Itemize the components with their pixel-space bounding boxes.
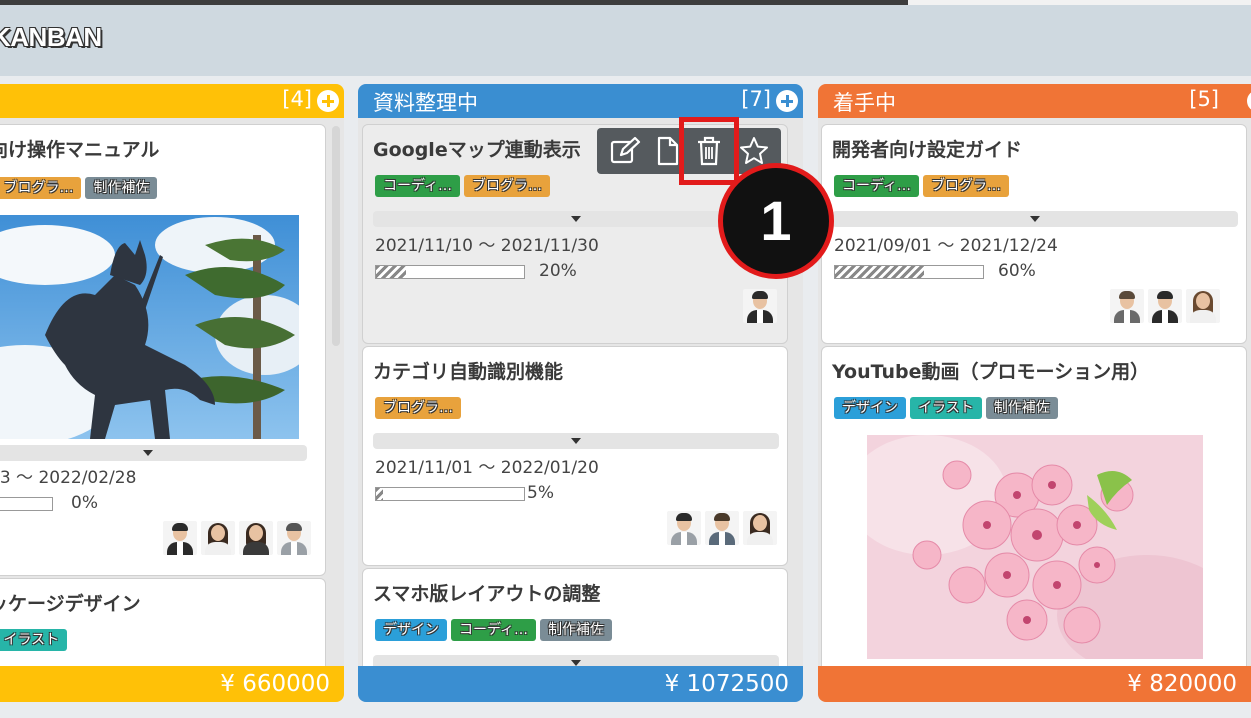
card-title: 開発者向け設定ガイド (832, 139, 1023, 161)
tag: コーディ… (375, 175, 461, 197)
column-3-header: 着手中 [5] (818, 84, 1251, 118)
card-title: スマホ版レイアウトの調整 (373, 583, 601, 605)
avatar (1148, 289, 1182, 323)
avatar (1110, 289, 1144, 323)
tag: 制作補佐 (85, 177, 158, 199)
cherry-blossom-photo (867, 435, 1203, 659)
avatar (277, 521, 311, 555)
progress-fill (835, 266, 924, 278)
card-progress-label: 20% (539, 261, 577, 281)
card-period: 2021/11/01 ～ 2022/01/20 (375, 458, 599, 478)
column-3: 着手中 [5] 開発者向け設定ガイド コーディ… ブログラ… 2021/09/01… (818, 84, 1251, 702)
edit-icon[interactable] (609, 136, 641, 166)
card-assignees (743, 289, 777, 323)
tag: イラスト (910, 397, 982, 419)
card-progress-label: 60% (998, 261, 1036, 281)
tag: デザイン (375, 619, 447, 641)
card-manual[interactable]: 向け操作マニュアル ブログラ… 制作補佐 13 ～ 2022/02/28 0% (0, 124, 326, 576)
card-period: 13 ～ 2022/02/28 (0, 468, 137, 488)
delete-icon-highlight (679, 117, 739, 185)
avatar (201, 521, 235, 555)
progress-fill (376, 266, 406, 278)
card-dev-guide[interactable]: 開発者向け設定ガイド コーディ… ブログラ… 2021/09/01 ～ 2021/… (821, 124, 1247, 344)
statue-photo (0, 215, 299, 439)
avatar (239, 521, 273, 555)
card-period: 2021/11/10 ～ 2021/11/30 (375, 236, 599, 256)
card-tags: コーディ… ブログラ… (834, 175, 1013, 197)
card-image-cherry-blossom (867, 435, 1203, 659)
card-youtube-video[interactable]: YouTube動画（プロモーション用） デザイン イラスト 制作補佐 (821, 346, 1247, 698)
tag: コーディ… (451, 619, 537, 641)
top-header: KANBAN (0, 0, 1251, 76)
column-total: ¥ 820000 (818, 666, 1251, 702)
card-tags: コーディ… ブログラ… (375, 175, 554, 197)
card-tags: デザイン イラスト 制作補佐 (834, 397, 1062, 419)
card-progress-bar (375, 487, 525, 501)
column-1-header: [4] (0, 84, 344, 118)
card-progress-bar (0, 497, 53, 511)
card-title: Googleマップ連動表示 (373, 139, 581, 161)
tag: イラスト (0, 629, 68, 651)
column-2-header: 資料整理中 [7] (358, 84, 803, 118)
star-icon[interactable] (739, 136, 769, 166)
card-progress-label: 5% (527, 483, 554, 503)
column-count: [7] (741, 87, 771, 111)
column-scrollbar[interactable] (332, 126, 340, 346)
tag: ブログラ… (0, 177, 82, 199)
card-expand-toggle[interactable] (373, 433, 779, 449)
card-progress-bar (375, 265, 525, 279)
card-assignees (163, 521, 311, 555)
column-total: ¥ 1072500 (358, 666, 803, 702)
tag: ブログラ… (464, 175, 551, 197)
top-progress-track (908, 0, 1251, 5)
card-assignees (667, 511, 777, 545)
card-image-samurai-statue (0, 215, 299, 439)
app-logo: KANBAN (0, 22, 102, 52)
avatar (705, 511, 739, 545)
tag: ブログラ… (375, 397, 461, 419)
card-title: YouTube動画（プロモーション用） (832, 361, 1150, 383)
column-total: ¥ 660000 (0, 666, 344, 702)
card-period: 2021/09/01 ～ 2021/12/24 (834, 236, 1058, 256)
step-callout-badge: 1 (718, 163, 834, 279)
column-name: 資料整理中 (373, 91, 478, 115)
avatar (163, 521, 197, 555)
avatar (743, 511, 777, 545)
tag: ブログラ… (923, 175, 1010, 197)
card-title: カテゴリ自動識別機能 (373, 361, 564, 383)
progress-fill (376, 488, 384, 500)
add-card-icon[interactable] (317, 90, 339, 112)
column-count: [4] (282, 87, 312, 111)
card-expand-toggle[interactable] (832, 211, 1238, 227)
column-count: [5] (1189, 87, 1219, 111)
document-icon[interactable] (655, 136, 681, 166)
tag: 制作補佐 (985, 397, 1058, 419)
column-1: [4] 向け操作マニュアル ブログラ… 制作補佐 13 ～ 2022/02/28… (0, 84, 344, 702)
column-name: 着手中 (833, 91, 896, 115)
card-tags: ブログラ… 制作補佐 (0, 177, 161, 199)
avatar (667, 511, 701, 545)
avatar (1186, 289, 1220, 323)
add-card-icon[interactable] (1247, 90, 1251, 112)
card-category-auto[interactable]: カテゴリ自動識別機能 ブログラ… 2021/11/01 ～ 2022/01/20… (362, 346, 788, 566)
card-tags: デザイン コーディ… 制作補佐 (375, 619, 616, 641)
card-expand-toggle[interactable] (0, 445, 307, 461)
tag: コーディ… (834, 175, 920, 197)
card-title: ッケージデザイン (0, 593, 141, 615)
card-tags: イラスト (0, 629, 71, 651)
top-progress-line (0, 0, 908, 5)
card-progress-label: 0% (71, 493, 98, 513)
add-card-icon[interactable] (776, 90, 798, 112)
tag: 制作補佐 (540, 619, 613, 641)
card-title: 向け操作マニュアル (0, 139, 160, 161)
card-tags: ブログラ… (375, 397, 465, 419)
card-progress-bar (834, 265, 984, 279)
tag: デザイン (834, 397, 906, 419)
avatar (743, 289, 777, 323)
card-assignees (1110, 289, 1220, 323)
